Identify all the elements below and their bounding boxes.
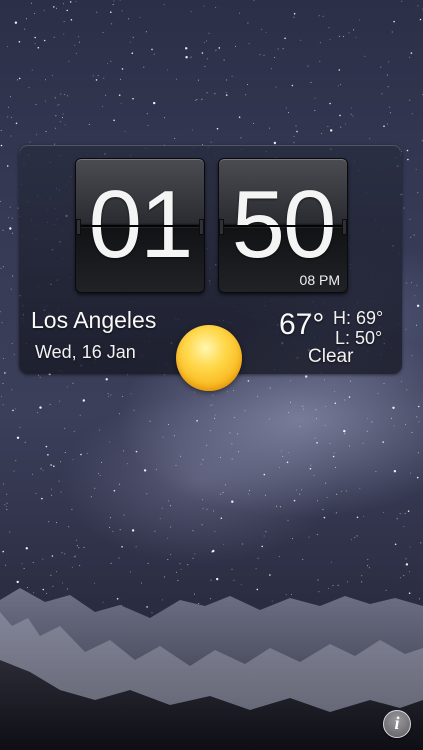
city-name: Los Angeles xyxy=(31,307,157,333)
sun-icon xyxy=(176,325,242,391)
flip-divider xyxy=(219,225,347,227)
minutes-flip-card: 50 08 PM xyxy=(218,158,348,293)
info-button[interactable]: i xyxy=(383,710,411,738)
meridiem-label: 08 PM xyxy=(299,272,340,288)
flip-hinge-left xyxy=(219,219,224,235)
flip-divider xyxy=(76,225,204,227)
date-label: Wed, 16 Jan xyxy=(35,342,136,362)
current-temperature: 67° xyxy=(279,308,325,341)
flip-hinge-right xyxy=(342,219,347,235)
clock-weather-widget[interactable]: 01 50 08 PM Los Angeles Wed, 16 Jan 67° … xyxy=(19,145,402,391)
high-temperature: H: 69° xyxy=(333,308,384,328)
hours-flip-card: 01 xyxy=(75,158,205,293)
flip-hinge-right xyxy=(199,219,204,235)
info-icon: i xyxy=(394,713,400,733)
weather-condition: Clear xyxy=(308,346,354,367)
flip-hinge-left xyxy=(76,219,81,235)
